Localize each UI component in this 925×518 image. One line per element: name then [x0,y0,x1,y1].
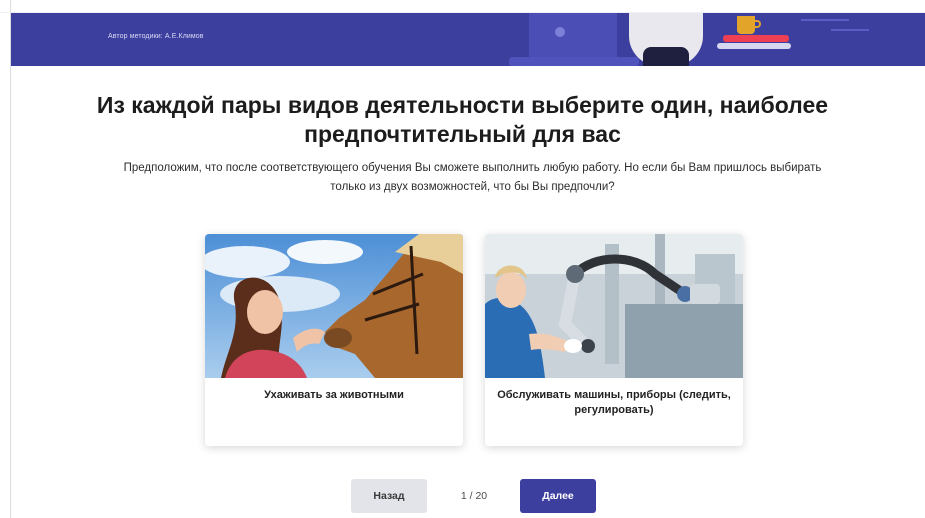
cup-handle-icon [753,20,761,28]
laptop-logo-dot [555,27,565,37]
books-stack-illustration [717,43,791,49]
desk-illustration [509,57,639,66]
next-button[interactable]: Далее [520,479,596,513]
worker-with-robot-photo [485,234,743,378]
shelf-line-illustration [801,19,849,21]
question-subtitle: Предположим, что после соответствующего … [123,162,822,193]
girl-with-horse-photo [205,234,463,378]
author-credit: Автор методики: А.Е.Климов [108,33,204,40]
option-image-robot [485,234,743,378]
option-label: Ухаживать за животными [264,389,404,401]
option-card-machines[interactable]: Обслуживать машины, приборы (следить, ре… [485,234,743,446]
option-image-horse [205,234,463,378]
laptop-illustration [529,13,617,61]
option-label: Обслуживать машины, приборы (следить, ре… [497,389,731,416]
person-shirt-illustration [643,47,689,66]
question-counter: 1 / 20 [460,490,488,502]
shelf-line-illustration [831,29,869,31]
option-card-animals[interactable]: Ухаживать за животными [205,234,463,446]
question-title: Из каждой пары видов деятельности выбери… [96,92,829,147]
header-banner: Автор методики: А.Е.Климов [11,13,925,66]
back-button[interactable]: Назад [351,479,427,513]
frame-left-line [10,0,11,518]
books-illustration [723,35,789,42]
